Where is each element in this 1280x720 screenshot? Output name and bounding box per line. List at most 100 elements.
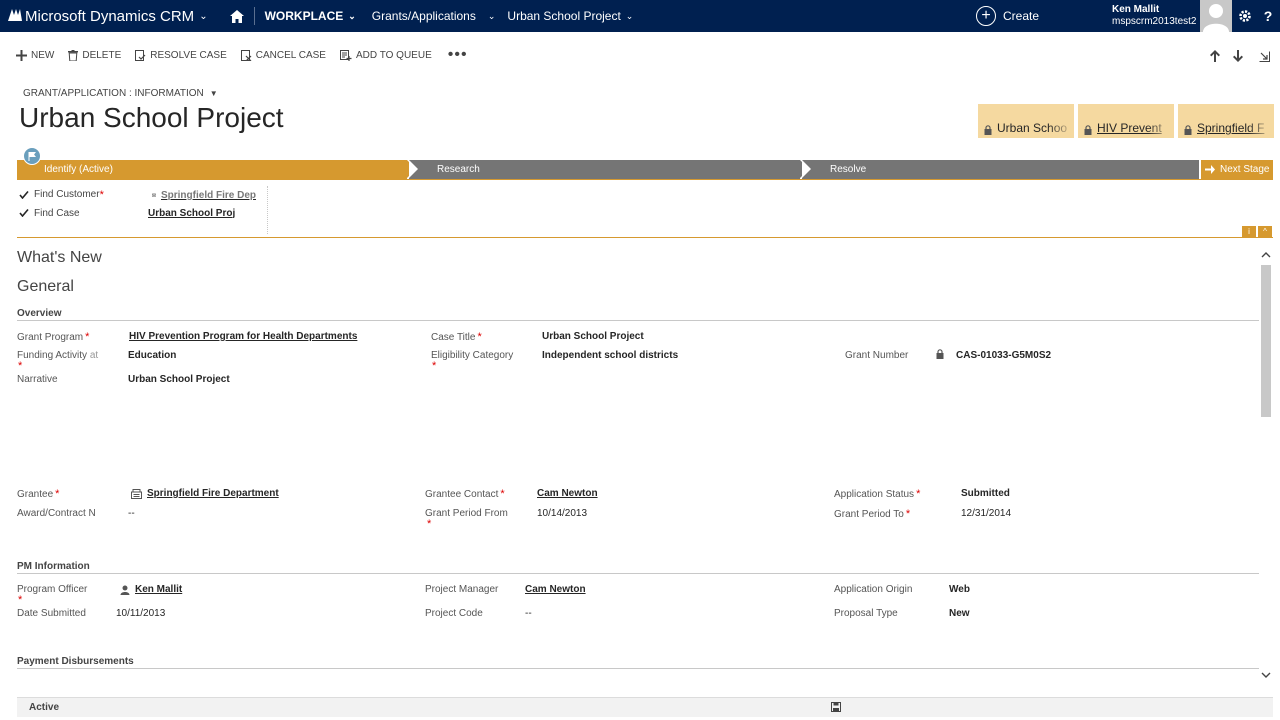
new-label: NEW: [31, 49, 55, 61]
header-tile-grant-program[interactable]: HIV Prevent: [1078, 104, 1174, 138]
general-tab-heading[interactable]: General: [17, 278, 74, 296]
form-selector-label: GRANT/APPLICATION : INFORMATION: [23, 88, 204, 99]
header-tile-grantee[interactable]: Springfield F: [1178, 104, 1274, 138]
process-bar: Identify (Active) Research Resolve: [17, 160, 1273, 179]
home-button[interactable]: [220, 0, 254, 32]
more-commands-button[interactable]: •••: [448, 46, 468, 64]
overview-heading: Overview: [17, 308, 62, 319]
settings-button[interactable]: [1236, 0, 1254, 32]
whats-new-heading[interactable]: What's New: [17, 249, 102, 267]
record-status: Active: [29, 702, 60, 713]
program-officer-label: Program Officer: [17, 584, 88, 595]
save-icon[interactable]: [831, 702, 841, 712]
header-tile-case: Urban Schoo: [978, 104, 1074, 138]
chevron-down-icon: ⌄: [348, 10, 356, 21]
project-manager-label: Project Manager: [425, 584, 499, 595]
step-value-link[interactable]: Springfield Fire Dep: [152, 190, 256, 201]
case-title-field[interactable]: Urban School Project: [542, 331, 644, 342]
process-steps: Find Customer* Springfield Fire Dep Find…: [18, 186, 256, 222]
project-code-field[interactable]: --: [525, 608, 532, 619]
step-find-case: Find Case Urban School Proj: [18, 204, 256, 222]
account-icon: [131, 488, 142, 499]
resolve-case-icon: [135, 49, 146, 61]
user-icon: [120, 585, 130, 595]
nav-workplace[interactable]: WORKPLACE ⌄: [255, 0, 364, 32]
arrow-right-icon: [1205, 165, 1215, 174]
new-button[interactable]: NEW: [16, 49, 55, 61]
required-indicator: *: [432, 360, 437, 372]
cancel-case-icon: [240, 49, 252, 61]
nav-area-dropdown[interactable]: ⌄: [484, 0, 500, 32]
eligibility-category-field[interactable]: Independent school districts: [542, 350, 678, 361]
next-stage-button[interactable]: Next Stage: [1200, 160, 1273, 179]
avatar[interactable]: [1200, 0, 1232, 32]
funding-activity-field[interactable]: Education: [128, 350, 176, 361]
resolve-case-button[interactable]: RESOLVE CASE: [135, 49, 227, 61]
stage-identify[interactable]: Identify (Active): [17, 160, 407, 179]
add-to-queue-button[interactable]: ADD TO QUEUE: [339, 49, 432, 61]
scrollbar-thumb[interactable]: [1261, 265, 1271, 417]
triangle-down-icon: ▼: [209, 89, 218, 98]
dynamics-logo-icon: [8, 8, 22, 24]
grantee-contact-link[interactable]: Cam Newton: [537, 488, 598, 499]
divider: [17, 320, 1259, 321]
step-value-link[interactable]: Urban School Proj: [148, 208, 252, 219]
gear-icon: [1239, 10, 1251, 22]
nav-record[interactable]: Urban School Project ⌄: [499, 0, 641, 32]
create-label: Create: [1003, 9, 1040, 23]
chevron-down-icon: ⌄: [487, 10, 496, 21]
scroll-down-arrow[interactable]: [1261, 670, 1271, 680]
next-record-button[interactable]: [1230, 48, 1246, 64]
payment-disbursements-heading: Payment Disbursements: [17, 656, 134, 667]
checkmark-icon: [19, 209, 29, 217]
grant-period-to-field[interactable]: 12/31/2014: [961, 508, 1011, 519]
stage-resolve[interactable]: Resolve: [802, 160, 1199, 179]
proposal-type-field[interactable]: New: [949, 608, 970, 619]
date-submitted-field[interactable]: 10/11/2013: [116, 608, 165, 619]
pop-out-icon: [1259, 51, 1270, 62]
header-fields: Urban Schoo HIV Prevent Springfield F: [978, 104, 1278, 138]
pop-out-button[interactable]: [1256, 48, 1272, 64]
required-indicator: *: [18, 594, 23, 606]
award-contract-field[interactable]: --: [128, 508, 135, 519]
scroll-up-arrow[interactable]: [1261, 250, 1271, 260]
previous-record-button[interactable]: [1207, 48, 1223, 64]
page-title: Urban School Project: [19, 102, 284, 133]
create-button[interactable]: + Create: [976, 0, 1039, 32]
lock-icon: [984, 125, 992, 135]
application-status-label: Application Status *: [834, 488, 921, 500]
process-underline: [17, 179, 1273, 180]
grantee-link[interactable]: Springfield Fire Department: [131, 488, 279, 499]
collapse-process-button[interactable]: ^: [1258, 226, 1272, 237]
stage-arrow: [409, 160, 418, 178]
add-to-queue-label: ADD TO QUEUE: [355, 49, 432, 61]
help-button[interactable]: ?: [1260, 0, 1276, 32]
resolve-case-label: RESOLVE CASE: [150, 49, 227, 61]
case-title-label: Case Title *: [431, 331, 482, 343]
cancel-case-button[interactable]: CANCEL CASE: [240, 49, 326, 61]
application-origin-field[interactable]: Web: [949, 584, 970, 595]
process-info-button[interactable]: i: [1242, 226, 1256, 237]
form-selector[interactable]: GRANT/APPLICATION : INFORMATION ▼: [23, 88, 218, 99]
narrative-field[interactable]: Urban School Project: [128, 374, 230, 385]
app-name: Microsoft Dynamics CRM: [25, 7, 195, 25]
divider: [267, 186, 268, 234]
next-stage-label: Next Stage: [1220, 164, 1270, 175]
user-info[interactable]: Ken Mallit mspscrm2013test2: [1112, 4, 1196, 28]
app-logo-menu[interactable]: Microsoft Dynamics CRM ⌄: [0, 0, 208, 32]
grant-period-from-field[interactable]: 10/14/2013: [537, 508, 587, 519]
plus-icon: [16, 49, 27, 61]
delete-button[interactable]: DELETE: [68, 49, 121, 61]
arrow-down-icon: [1233, 50, 1243, 62]
lock-icon: [1184, 125, 1192, 135]
tile-fade: [1148, 104, 1174, 138]
project-manager-link[interactable]: Cam Newton: [525, 584, 586, 595]
nav-area[interactable]: Grants/Applications: [364, 0, 484, 32]
program-officer-link[interactable]: Ken Mallit: [120, 584, 182, 595]
stage-label: Research: [437, 164, 480, 175]
grant-period-to-label: Grant Period To *: [834, 508, 911, 520]
stage-research[interactable]: Research: [409, 160, 800, 179]
lock-icon: [936, 349, 944, 359]
application-status-field[interactable]: Submitted: [961, 488, 1010, 499]
grant-program-link[interactable]: HIV Prevention Program for Health Depart…: [129, 331, 357, 342]
